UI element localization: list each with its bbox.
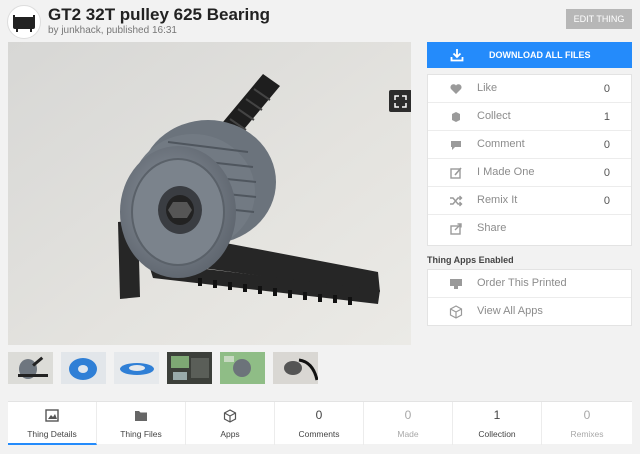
comment-count: 0	[603, 139, 610, 151]
tab-thing-files[interactable]: Thing Files	[97, 402, 186, 445]
avatar[interactable]	[7, 5, 41, 39]
tab-comments[interactable]: 0 Comments	[275, 402, 364, 445]
tab-thing-details-label: Thing Details	[27, 429, 77, 439]
remix-action[interactable]: Remix It 0	[428, 187, 631, 215]
remix-icon	[450, 195, 463, 207]
tab-comments-label: Comments	[298, 429, 340, 439]
apps-title: Thing Apps Enabled	[427, 255, 514, 265]
tab-collection-label: Collection	[478, 429, 516, 439]
thumbnail-5[interactable]	[220, 352, 265, 384]
pulley-photo	[8, 42, 411, 345]
remixes-count: 0	[583, 408, 591, 422]
cube-icon	[449, 305, 463, 319]
printer-icon	[450, 279, 462, 289]
image-icon	[45, 409, 59, 422]
view-all-apps-label: View All Apps	[477, 305, 543, 317]
collect-icon	[452, 112, 460, 122]
order-printed-app[interactable]: Order This Printed	[428, 270, 631, 298]
remix-count: 0	[603, 195, 610, 207]
tab-thing-files-label: Thing Files	[120, 429, 162, 439]
share-icon	[450, 223, 462, 235]
remix-label: Remix It	[477, 194, 518, 206]
order-printed-label: Order This Printed	[477, 277, 567, 289]
download-icon	[450, 49, 464, 62]
tab-remixes-label: Remixes	[570, 429, 604, 439]
thumbnail-3[interactable]	[114, 352, 159, 384]
like-label: Like	[477, 82, 498, 94]
collect-action[interactable]: Collect 1	[428, 103, 631, 131]
collect-count: 1	[603, 111, 610, 123]
like-action[interactable]: Like 0	[428, 75, 631, 103]
cube-icon	[223, 409, 237, 423]
comment-icon	[451, 141, 461, 150]
share-action[interactable]: Share	[428, 215, 631, 243]
tab-apps[interactable]: Apps	[186, 402, 275, 445]
actions-panel: Like 0 Collect 1 Comment 0 I Made One 0 …	[427, 74, 632, 246]
share-label: Share	[477, 222, 507, 234]
thumbnail-4[interactable]	[167, 352, 212, 384]
comment-label: Comment	[477, 138, 525, 150]
thing-header: GT2 32T pulley 625 Bearing by junkhack, …	[0, 0, 640, 42]
thumbnail-2[interactable]	[61, 352, 106, 384]
made-one-count: 0	[603, 167, 610, 179]
comments-count: 0	[315, 408, 323, 422]
apps-panel: Order This Printed View All Apps	[427, 269, 632, 326]
collection-count: 1	[493, 408, 501, 422]
made-one-label: I Made One	[477, 166, 535, 178]
collect-label: Collect	[477, 110, 511, 122]
download-all-files-button[interactable]: DOWNLOAD ALL FILES	[427, 42, 632, 68]
tab-made-label: Made	[397, 429, 419, 439]
tab-apps-label: Apps	[220, 429, 240, 439]
folder-icon	[135, 411, 147, 421]
tab-collection[interactable]: 1 Collection	[453, 402, 542, 445]
thing-tabs: Thing Details Thing Files Apps 0 Comment…	[8, 401, 632, 445]
download-label: DOWNLOAD ALL FILES	[489, 50, 591, 60]
page-title: GT2 32T pulley 625 Bearing	[48, 5, 271, 24]
thumbnail-6[interactable]	[273, 352, 318, 384]
heart-icon	[450, 84, 462, 94]
view-all-apps[interactable]: View All Apps	[428, 298, 631, 326]
made-one-action[interactable]: I Made One 0	[428, 159, 631, 187]
main-image[interactable]	[8, 42, 411, 345]
tab-made[interactable]: 0 Made	[364, 402, 453, 445]
thumbnail-1[interactable]	[8, 352, 53, 384]
made-icon	[450, 167, 462, 179]
edit-thing-button[interactable]: EDIT THING	[566, 9, 632, 29]
tab-remixes[interactable]: 0 Remixes	[542, 402, 632, 445]
tab-thing-details[interactable]: Thing Details	[8, 402, 97, 445]
like-count: 0	[603, 83, 610, 95]
byline[interactable]: by junkhack, published 16:31	[48, 25, 177, 36]
expand-icon[interactable]	[389, 90, 411, 112]
made-count: 0	[404, 408, 412, 422]
comment-action[interactable]: Comment 0	[428, 131, 631, 159]
